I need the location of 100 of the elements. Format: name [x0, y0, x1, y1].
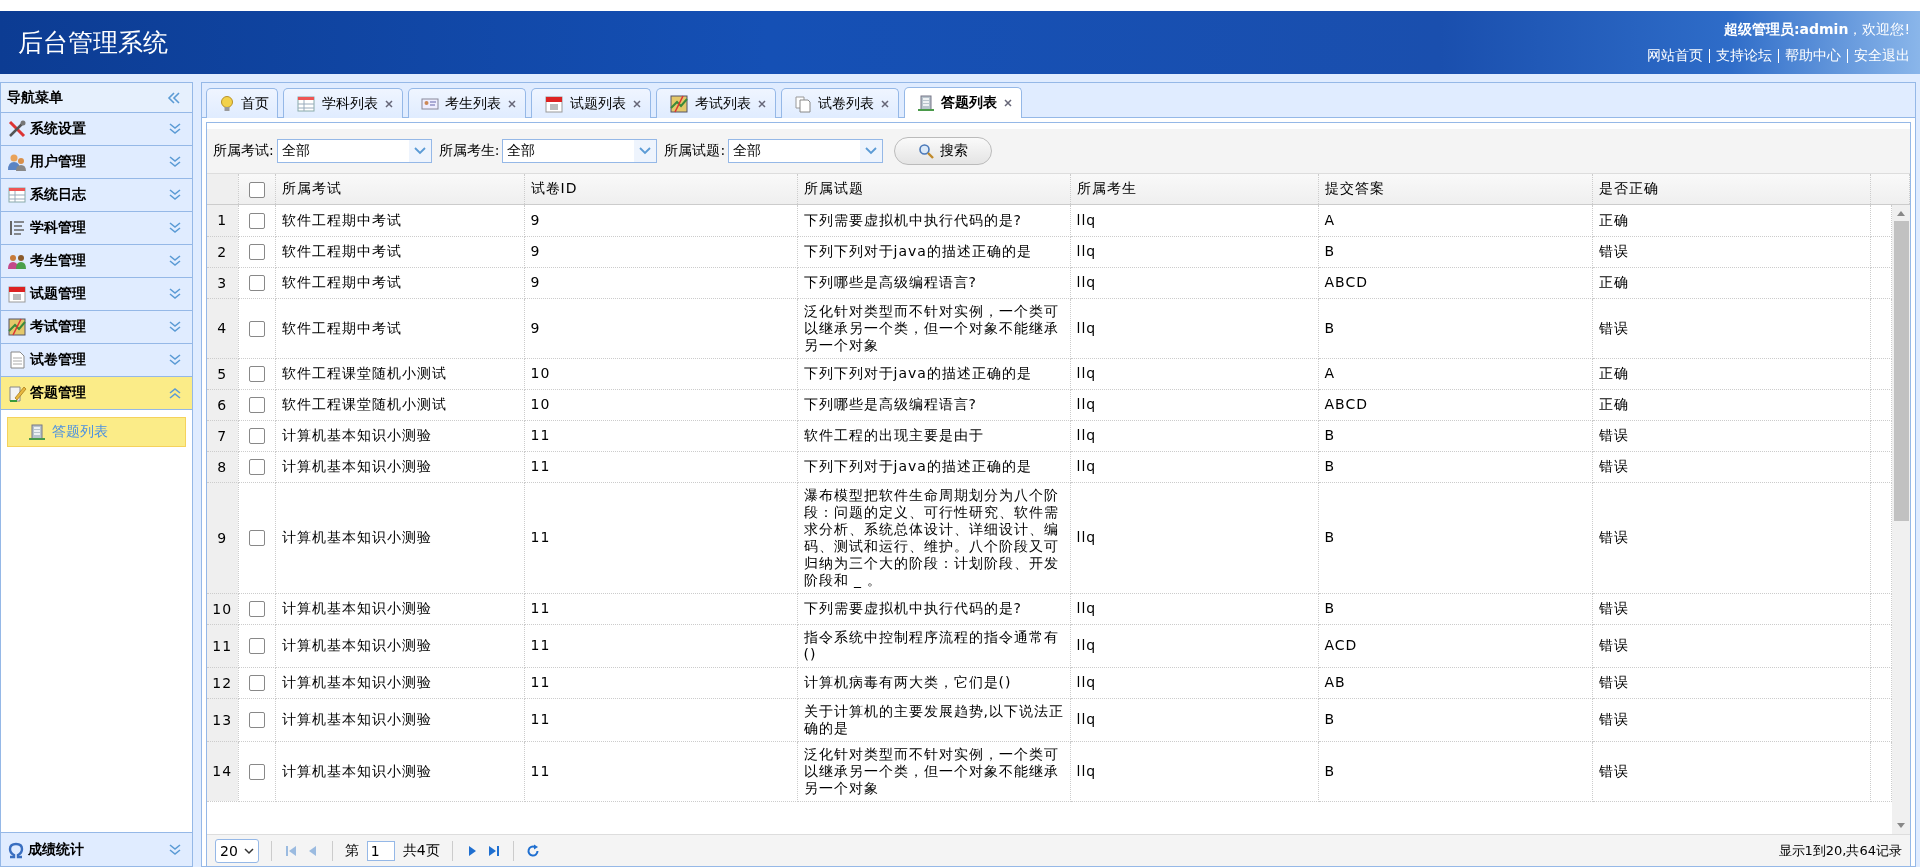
menu-header[interactable]: 系统设置: [1, 113, 192, 146]
collapse-icon[interactable]: [166, 90, 182, 105]
checkbox[interactable]: [248, 397, 265, 413]
scroll-up-icon[interactable]: [1896, 209, 1906, 217]
close-icon[interactable]: [757, 98, 767, 109]
dropdown-field[interactable]: 全部: [728, 139, 884, 163]
table-cell: 软件工程期中考试: [281, 211, 402, 228]
checkbox[interactable]: [248, 366, 265, 382]
table-cell: AB: [1324, 674, 1346, 690]
tab[interactable]: 试题列表: [531, 88, 651, 118]
refresh-icon[interactable]: [525, 843, 540, 858]
table-cell: B: [1324, 458, 1336, 474]
calendar-icon: [544, 93, 564, 114]
map-icon: [669, 93, 689, 114]
table-cell: 计算机基本知识小测验: [281, 674, 432, 690]
caret-icon: [412, 146, 427, 156]
omega-icon: [7, 840, 25, 859]
column-header[interactable]: 所属考生: [1076, 180, 1137, 196]
close-icon[interactable]: [507, 98, 517, 109]
row-number: 14: [212, 763, 233, 779]
tab[interactable]: 考生列表: [408, 88, 526, 118]
table-cell: 指令系统中控制程序流程的指令通常有(): [803, 628, 1059, 662]
menu-header[interactable]: 试卷管理: [1, 344, 192, 377]
table-cell: 11: [530, 529, 551, 545]
dropdown-field[interactable]: 全部: [276, 139, 432, 163]
close-icon[interactable]: [632, 98, 642, 109]
checkbox[interactable]: [248, 428, 265, 444]
column-header[interactable]: 所属考试: [281, 180, 342, 196]
tab[interactable]: 试卷列表: [781, 88, 899, 118]
table-cell: 泛化针对类型而不针对实例，一个类可以继承另一个类，但一个对象不能继承另一个对象: [803, 302, 1059, 353]
tab[interactable]: 考试列表: [656, 88, 776, 118]
dropdown-field[interactable]: 全部: [502, 139, 658, 163]
checkbox[interactable]: [248, 530, 265, 546]
table-cell: 11: [530, 762, 551, 779]
tab[interactable]: 答题列表: [904, 87, 1022, 118]
table-cell: A: [1324, 365, 1336, 381]
tab[interactable]: 学科列表: [283, 88, 403, 118]
column-header[interactable]: 提交答案: [1324, 180, 1385, 196]
table-cell: 关于计算机的主要发展趋势,以下说法正确的是: [803, 702, 1064, 736]
checkbox[interactable]: [248, 275, 265, 291]
scroll-down-icon[interactable]: [1896, 822, 1906, 830]
table-cell: 计算机基本知识小测验: [281, 637, 432, 653]
column-header[interactable]: 是否正确: [1598, 180, 1659, 196]
table-cell: 错误: [1598, 529, 1629, 545]
table-cell: 泛化针对类型而不针对实例，一个类可以继承另一个类，但一个对象不能继承另一个对象: [803, 745, 1059, 796]
menu-header[interactable]: 考试管理: [1, 311, 192, 344]
checkbox[interactable]: [248, 712, 265, 728]
page-size-select[interactable]: 20: [215, 838, 259, 863]
caret-icon: [864, 146, 879, 156]
expand-icon: [168, 221, 182, 235]
close-icon[interactable]: [384, 98, 394, 109]
checkbox[interactable]: [248, 601, 265, 617]
menu-header[interactable]: 考生管理: [1, 245, 192, 278]
menu-header[interactable]: 试题管理: [1, 278, 192, 311]
table-cell: 错误: [1598, 637, 1629, 653]
column-header[interactable]: 所属试题: [803, 180, 864, 196]
header-link[interactable]: 支持论坛: [1710, 46, 1778, 65]
checkbox[interactable]: [248, 459, 265, 475]
menu-header[interactable]: 学科管理: [1, 212, 192, 245]
menu-header[interactable]: 用户管理: [1, 146, 192, 179]
table-cell: 计算机基本知识小测验: [281, 427, 432, 443]
checkbox[interactable]: [248, 763, 265, 780]
table-cell: llq: [1076, 396, 1097, 412]
header-link[interactable]: 网站首页: [1641, 46, 1709, 65]
table-cell: 下列下列对于java的描述正确的是: [803, 243, 1032, 259]
table-cell: ABCD: [1324, 274, 1368, 290]
checkbox[interactable]: [248, 181, 265, 198]
table-cell: 计算机基本知识小测验: [281, 529, 432, 545]
checkbox[interactable]: [248, 675, 265, 691]
table-cell: llq: [1076, 529, 1097, 545]
search-button[interactable]: 搜索: [894, 137, 993, 165]
row-number: 9: [217, 529, 228, 546]
table-cell: llq: [1076, 319, 1097, 336]
first-page-icon[interactable]: [283, 843, 298, 858]
checkbox[interactable]: [248, 320, 265, 337]
column-header[interactable]: 试卷ID: [530, 180, 578, 196]
table-cell: llq: [1076, 365, 1097, 381]
id-card-icon: [421, 95, 439, 112]
scrollbar[interactable]: [1892, 205, 1910, 834]
table-cell: B: [1324, 529, 1336, 545]
checkbox[interactable]: [248, 212, 265, 229]
tab[interactable]: 首页: [206, 88, 278, 118]
checkbox[interactable]: [248, 244, 265, 260]
close-icon[interactable]: [1003, 98, 1013, 108]
close-icon[interactable]: [880, 98, 890, 109]
table-cell: llq: [1076, 637, 1097, 653]
row-number: 7: [217, 427, 228, 444]
table-cell: llq: [1076, 762, 1097, 779]
table-cell: 11: [530, 600, 551, 616]
page-number-field[interactable]: 1: [366, 840, 395, 861]
checkbox[interactable]: [248, 638, 265, 654]
row-number: 6: [217, 396, 228, 413]
table-cell: 11: [530, 427, 551, 443]
menu-header[interactable]: 系统日志: [1, 179, 192, 212]
menu-header[interactable]: 答题管理: [1, 377, 192, 410]
row-number: 10: [212, 600, 233, 617]
last-page-icon[interactable]: [486, 843, 501, 858]
menu-header[interactable]: 成绩统计: [1, 833, 192, 866]
table-cell: 9: [530, 211, 541, 228]
filter-label: 所属考试:: [213, 142, 274, 160]
